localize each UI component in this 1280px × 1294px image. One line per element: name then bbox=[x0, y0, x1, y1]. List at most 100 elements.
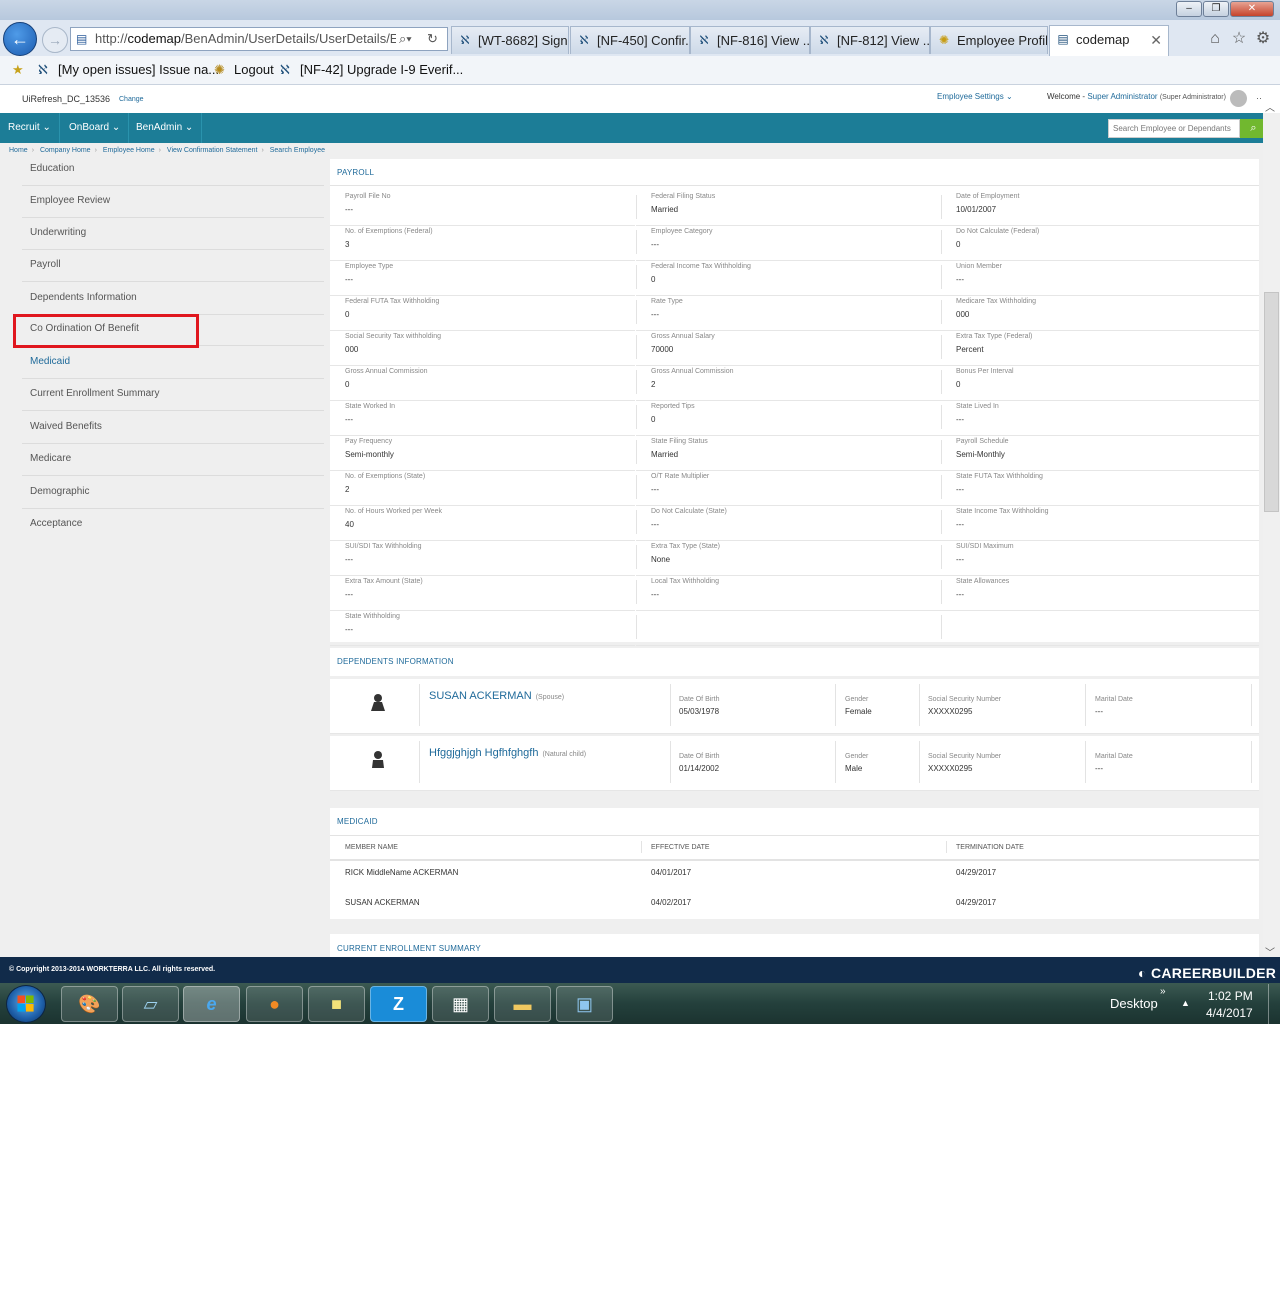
payroll-field-value: --- bbox=[651, 310, 659, 319]
welcome-label: Welcome - bbox=[1047, 92, 1086, 101]
payroll-field-value: --- bbox=[345, 205, 353, 214]
payroll-field: Union Member --- bbox=[941, 261, 1259, 296]
refresh-icon[interactable]: ↻ bbox=[427, 28, 438, 50]
tab-nf-812[interactable]: ℵ [NF-812] View ... bbox=[810, 26, 930, 54]
avatar[interactable] bbox=[1230, 90, 1247, 107]
folder-icon: ▬ bbox=[513, 994, 532, 1014]
column-divider bbox=[941, 265, 942, 289]
payroll-field-value: --- bbox=[651, 520, 659, 529]
enrollment-panel: CURRENT ENROLLMENT SUMMARY bbox=[330, 934, 1259, 957]
payroll-field-label: Federal FUTA Tax Withholding bbox=[345, 298, 440, 305]
tab-codemap[interactable]: ▤ codemap ✕ bbox=[1049, 25, 1169, 56]
payroll-field: Reported Tips 0 bbox=[636, 401, 941, 436]
dependent-name-link[interactable]: Hfggjghjgh Hgfhfghgfh (Natural child) bbox=[429, 747, 586, 759]
payroll-field-label: Do Not Calculate (Federal) bbox=[956, 228, 1040, 235]
jira-icon: ℵ bbox=[460, 33, 470, 47]
favorites-star-icon[interactable]: ☆ bbox=[1230, 30, 1248, 48]
breadcrumb-view-confirmation[interactable]: View Confirmation Statement bbox=[167, 147, 258, 154]
settings-gear-icon[interactable]: ⚙ bbox=[1254, 30, 1272, 48]
start-button[interactable] bbox=[6, 985, 46, 1023]
employee-search-input[interactable]: Search Employee or Dependants bbox=[1108, 119, 1240, 138]
favorite-label: Logout bbox=[234, 62, 274, 77]
close-window-button[interactable]: ✕ bbox=[1230, 1, 1274, 17]
tab-wt-8682[interactable]: ℵ [WT-8682] Sign... bbox=[451, 26, 569, 54]
firefox-taskbar-button[interactable]: ● bbox=[246, 986, 303, 1022]
payroll-field-value: 0 bbox=[345, 310, 350, 319]
toolbar-expand-icon[interactable]: » bbox=[1160, 986, 1166, 997]
termination-date-header: TERMINATION DATE bbox=[956, 844, 1024, 851]
close-tab-icon[interactable]: ✕ bbox=[1150, 26, 1162, 54]
favorite-logout[interactable]: ✺ Logout bbox=[214, 62, 274, 78]
dependent-row[interactable]: Hfggjghjgh Hgfhfghgfh (Natural child) Dat… bbox=[330, 736, 1259, 791]
page-scrollbar[interactable] bbox=[1263, 113, 1280, 957]
sticky-notes-taskbar-button[interactable]: ■ bbox=[308, 986, 365, 1022]
clock-time[interactable]: 1:02 PM bbox=[1208, 989, 1253, 1003]
breadcrumb-employee-home[interactable]: Employee Home bbox=[103, 147, 155, 154]
change-client-link[interactable]: Change bbox=[119, 96, 144, 103]
notes-taskbar-button[interactable]: ▱ bbox=[122, 986, 179, 1022]
add-favorites-icon[interactable]: ★ bbox=[12, 62, 32, 78]
scroll-thumb[interactable] bbox=[1264, 292, 1279, 512]
sidebar-item-current-enrollment[interactable]: Current Enrollment Summary bbox=[22, 379, 324, 411]
user-name[interactable]: Super Administrator bbox=[1087, 92, 1157, 101]
tab-nf-450[interactable]: ℵ [NF-450] Confir... bbox=[570, 26, 690, 54]
payroll-field-label: SUI/SDI Tax Withholding bbox=[345, 543, 422, 550]
sidebar-item-medicare[interactable]: Medicare bbox=[22, 444, 324, 476]
tray-arrow-icon[interactable]: ▲ bbox=[1181, 998, 1190, 1008]
dependent-name-link[interactable]: SUSAN ACKERMAN (Spouse) bbox=[429, 690, 564, 702]
minimize-button[interactable]: – bbox=[1176, 1, 1202, 17]
column-divider bbox=[636, 615, 637, 639]
search-icon[interactable]: ⌕▾ bbox=[396, 28, 412, 50]
address-bar[interactable]: ▤ http://codemap/BenAdmin/UserDetails/Us… bbox=[70, 27, 448, 51]
show-desktop-button[interactable] bbox=[1268, 984, 1280, 1024]
payroll-field-value: Percent bbox=[956, 345, 984, 354]
column-divider bbox=[941, 545, 942, 569]
back-button[interactable]: ← bbox=[3, 22, 37, 56]
clock-date[interactable]: 4/4/2017 bbox=[1206, 1006, 1253, 1020]
sidebar-item-demographic[interactable]: Demographic bbox=[22, 477, 324, 509]
forward-button[interactable]: → bbox=[42, 27, 68, 53]
sidebar-item-acceptance[interactable]: Acceptance bbox=[22, 509, 324, 541]
payroll-field-label: Bonus Per Interval bbox=[956, 368, 1014, 375]
home-icon[interactable]: ⌂ bbox=[1206, 30, 1224, 48]
nav-recruit[interactable]: Recruit ⌄ bbox=[0, 113, 60, 143]
calculator-taskbar-button[interactable]: ▦ bbox=[432, 986, 489, 1022]
payroll-field-value: 0 bbox=[956, 380, 961, 389]
medicaid-panel: MEDICAID MEMBER NAME EFFECTIVE DATE TERM… bbox=[330, 808, 1259, 919]
dependent-name: SUSAN ACKERMAN bbox=[429, 690, 532, 702]
sidebar-item-waived-benefits[interactable]: Waived Benefits bbox=[22, 412, 324, 444]
scroll-up-icon[interactable]: ︿ bbox=[1265, 99, 1275, 114]
sidebar-item-dependents[interactable]: Dependents Information bbox=[22, 283, 324, 315]
payroll-field-label: Extra Tax Type (State) bbox=[651, 543, 720, 550]
breadcrumb-company-home[interactable]: Company Home bbox=[40, 147, 91, 154]
desktop-toolbar-label[interactable]: Desktop bbox=[1110, 996, 1158, 1011]
tab-nf-816[interactable]: ℵ [NF-816] View ... bbox=[690, 26, 810, 54]
sidebar-item-underwriting[interactable]: Underwriting bbox=[22, 218, 324, 250]
ie-taskbar-button[interactable]: e bbox=[183, 986, 240, 1022]
favorite-nf-42[interactable]: ℵ [NF-42] Upgrade I-9 Everif... bbox=[280, 62, 463, 78]
sidebar-item-employee-review[interactable]: Employee Review bbox=[22, 186, 324, 218]
paint-taskbar-button[interactable]: 🎨 bbox=[61, 986, 118, 1022]
nav-onboard[interactable]: OnBoard ⌄ bbox=[61, 113, 130, 143]
ssn-value: XXXXX0295 bbox=[928, 764, 973, 773]
maximize-button[interactable]: ❐ bbox=[1203, 1, 1229, 17]
z-app-taskbar-button[interactable]: Z bbox=[370, 986, 427, 1022]
payroll-field-value: --- bbox=[651, 485, 659, 494]
breadcrumb-search-employee[interactable]: Search Employee bbox=[270, 147, 325, 154]
dependent-row[interactable]: SUSAN ACKERMAN (Spouse) Date Of Birth 05/… bbox=[330, 679, 1259, 734]
payroll-field-value: 000 bbox=[345, 345, 359, 354]
sidebar-item-payroll[interactable]: Payroll bbox=[22, 250, 324, 282]
more-icon[interactable]: ·· bbox=[1256, 93, 1262, 103]
palette-icon: 🎨 bbox=[78, 994, 101, 1014]
sidebar-item-education[interactable]: Education bbox=[22, 154, 324, 186]
employee-settings-menu[interactable]: Employee Settings ⌄ bbox=[937, 92, 1013, 101]
payroll-field-label: Rate Type bbox=[651, 298, 683, 305]
member-name-header: MEMBER NAME bbox=[345, 844, 398, 851]
sidebar-item-medicaid[interactable]: Medicaid bbox=[22, 347, 324, 379]
picture-viewer-taskbar-button[interactable]: ▣ bbox=[556, 986, 613, 1022]
breadcrumb-home[interactable]: Home bbox=[9, 147, 28, 154]
tab-employee-profile[interactable]: ✺ Employee Profile bbox=[930, 26, 1048, 54]
nav-benadmin[interactable]: BenAdmin ⌄ bbox=[128, 113, 203, 143]
explorer-taskbar-button[interactable]: ▬ bbox=[494, 986, 551, 1022]
favorite-my-open-issues[interactable]: ℵ [My open issues] Issue na... bbox=[38, 62, 219, 78]
